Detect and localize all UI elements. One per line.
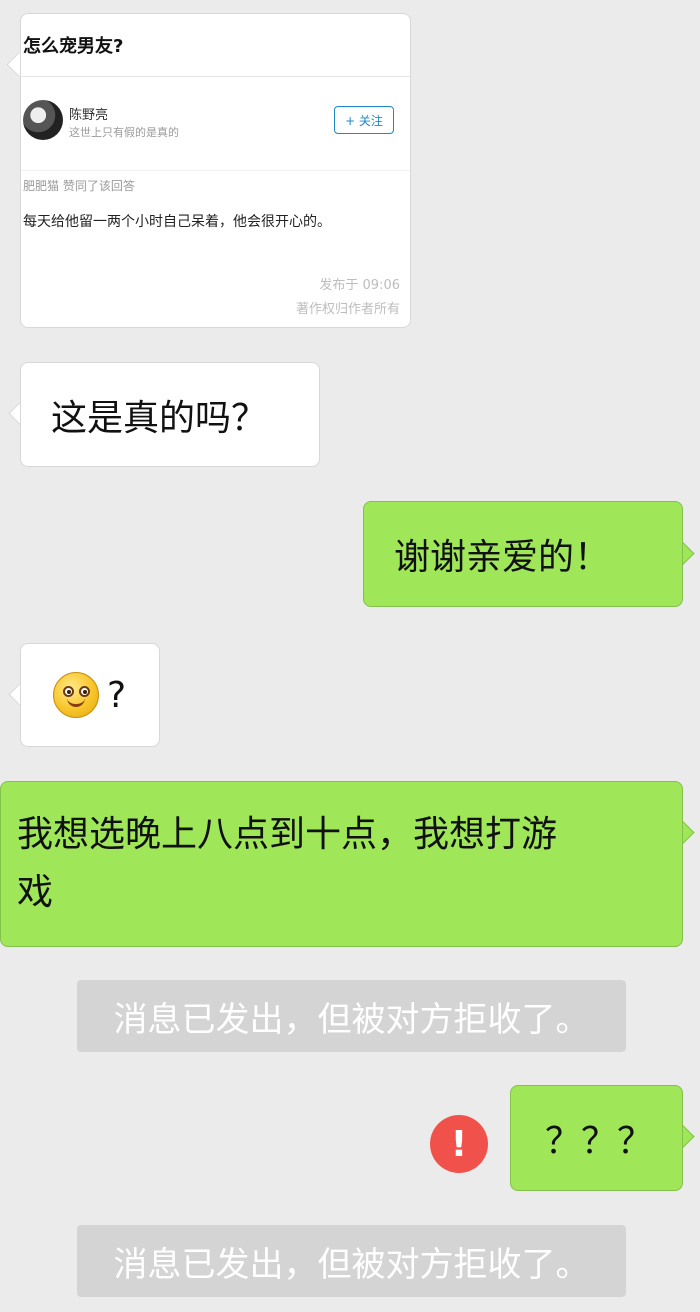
copyright-notice: 著作权归作者所有 bbox=[295, 302, 400, 317]
message-text: 这是真的吗？ bbox=[51, 397, 268, 439]
forwarded-answer-card[interactable]: 怎么宠男友? 陈野亮 这世上只有假的是真的 + 关注 肥肥猫 赞同了该回答 每天… bbox=[20, 13, 411, 328]
outgoing-message-bubble[interactable]: 谢谢亲爱的！ bbox=[363, 501, 683, 607]
outgoing-message-bubble[interactable]: ？？？ bbox=[510, 1085, 683, 1191]
card-divider-secondary bbox=[21, 170, 410, 171]
message-text: ？？？ bbox=[545, 1121, 654, 1162]
publish-time: 发布于 09:06 bbox=[319, 278, 400, 293]
incoming-message-bubble[interactable]: ? bbox=[20, 643, 160, 747]
send-failed-icon[interactable]: ! bbox=[430, 1115, 488, 1173]
liked-by-text: 肥肥猫 赞同了该回答 bbox=[23, 179, 135, 193]
message-text: ? bbox=[107, 674, 127, 716]
follow-button[interactable]: + 关注 bbox=[334, 106, 394, 134]
message-text-line: 戏 bbox=[17, 872, 54, 913]
outgoing-message-bubble[interactable]: 我想选晚上八点到十点，我想打游 戏 bbox=[0, 781, 683, 947]
author-avatar[interactable] bbox=[23, 100, 63, 140]
card-divider bbox=[21, 76, 410, 77]
card-title: 怎么宠男友? bbox=[23, 36, 124, 57]
system-notice-text: 消息已发出，但被对方拒收了。 bbox=[113, 1244, 590, 1285]
author-bio: 这世上只有假的是真的 bbox=[69, 126, 179, 139]
system-notice: 消息已发出，但被对方拒收了。 bbox=[77, 1225, 626, 1297]
message-text: 谢谢亲爱的！ bbox=[394, 537, 611, 578]
answer-text: 每天给他留一两个小时自己呆着，他会很开心的。 bbox=[23, 214, 331, 230]
incoming-message-bubble[interactable]: 这是真的吗？ bbox=[20, 362, 320, 467]
system-notice: 消息已发出，但被对方拒收了。 bbox=[77, 980, 626, 1052]
message-text-line: 我想选晚上八点到十点，我想打游 bbox=[17, 814, 558, 855]
author-name[interactable]: 陈野亮 bbox=[69, 104, 108, 123]
smiley-icon bbox=[53, 672, 99, 718]
system-notice-text: 消息已发出，但被对方拒收了。 bbox=[113, 999, 590, 1040]
